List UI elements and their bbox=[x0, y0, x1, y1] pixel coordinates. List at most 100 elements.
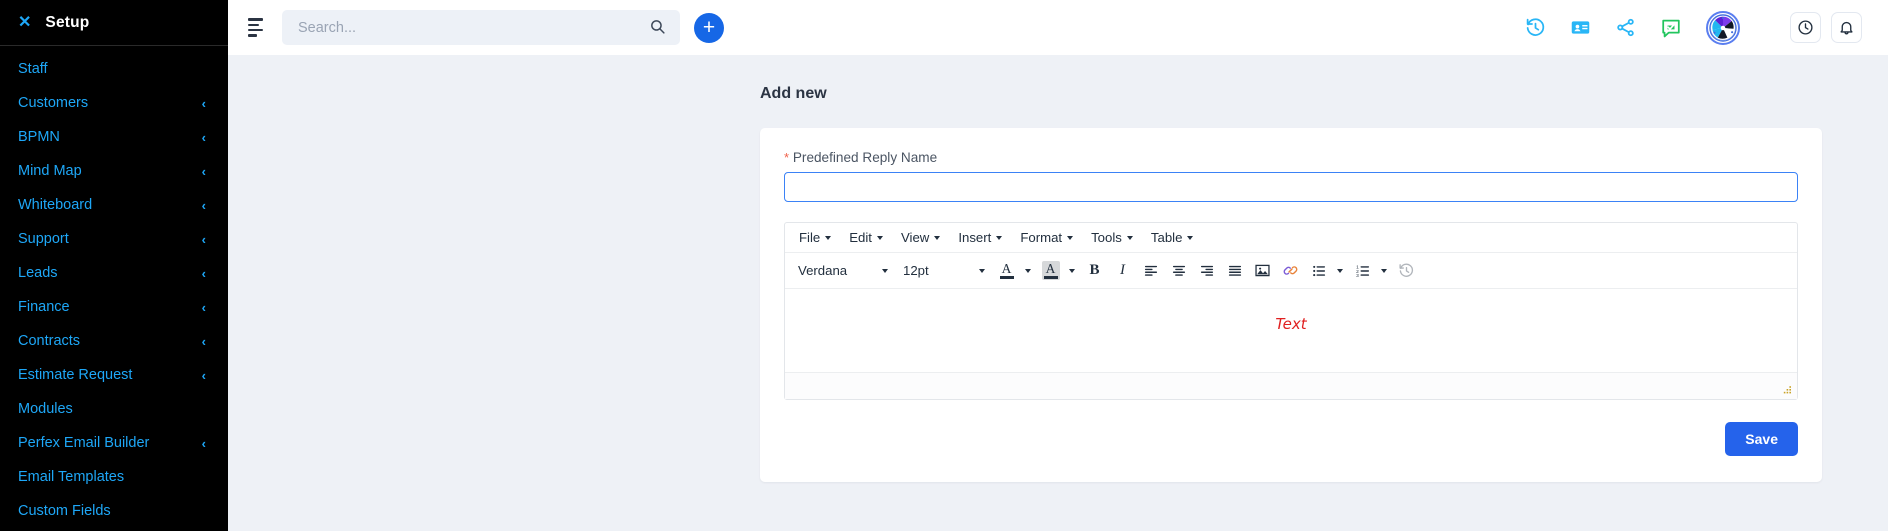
chevron-left-icon: ‹ bbox=[201, 333, 206, 349]
bell-icon[interactable] bbox=[1831, 12, 1862, 43]
chevron-down-icon bbox=[876, 235, 883, 240]
sidebar-item-bpmn[interactable]: BPMN ‹ bbox=[0, 120, 228, 154]
bullet-list-chevron-down-icon[interactable] bbox=[1332, 258, 1348, 284]
editor-menu-label: Edit bbox=[849, 230, 872, 245]
sidebar-item-label: Estimate Request bbox=[18, 367, 133, 383]
predefined-reply-name-input[interactable] bbox=[784, 172, 1798, 202]
editor-menu-format[interactable]: Format bbox=[1012, 227, 1081, 248]
chevron-left-icon: ‹ bbox=[201, 231, 206, 247]
hamburger-icon[interactable] bbox=[242, 15, 268, 41]
background-color-group: A bbox=[1037, 258, 1080, 284]
align-justify-icon[interactable] bbox=[1221, 258, 1248, 284]
sidebar-item-custom-fields[interactable]: Custom Fields bbox=[0, 494, 228, 528]
sidebar-item-perfex-email-builder[interactable]: Perfex Email Builder ‹ bbox=[0, 426, 228, 460]
chevron-left-icon: ‹ bbox=[201, 95, 206, 111]
chevron-left-icon: ‹ bbox=[201, 265, 206, 281]
editor-menu-view[interactable]: View bbox=[893, 227, 948, 248]
editor-menu-label: View bbox=[900, 230, 930, 245]
chevron-left-icon: ‹ bbox=[201, 197, 206, 213]
svg-text:3: 3 bbox=[1356, 273, 1359, 279]
text-color-icon[interactable]: A bbox=[993, 258, 1020, 284]
required-marker: * bbox=[784, 150, 790, 165]
editor-menu-label: Table bbox=[1150, 230, 1183, 245]
font-family-select[interactable]: Verdana bbox=[791, 258, 895, 284]
search-icon[interactable] bbox=[649, 18, 666, 40]
insert-image-icon[interactable] bbox=[1249, 258, 1276, 284]
editor-menu-label: Format bbox=[1020, 230, 1063, 245]
numbered-list-chevron-down-icon[interactable] bbox=[1376, 258, 1392, 284]
editor-content-area[interactable]: Text bbox=[785, 289, 1797, 373]
align-right-icon[interactable] bbox=[1193, 258, 1220, 284]
editor-menu-file[interactable]: File bbox=[791, 227, 839, 248]
sidebar-item-label: Staff bbox=[18, 61, 48, 77]
editor-menu-tools[interactable]: Tools bbox=[1083, 227, 1141, 248]
sidebar-item-customers[interactable]: Customers ‹ bbox=[0, 86, 228, 120]
sidebar-item-label: Leads bbox=[18, 265, 58, 281]
chevron-down-icon bbox=[934, 235, 941, 240]
user-avatar[interactable] bbox=[1706, 10, 1740, 45]
insert-link-icon[interactable] bbox=[1277, 258, 1304, 284]
sidebar-item-support[interactable]: Support ‹ bbox=[0, 222, 228, 256]
form-card: * Predefined Reply Name File Edit View Inse… bbox=[760, 128, 1822, 482]
editor-toolbar: Verdana 12pt A A B I 1 2 3 bbox=[785, 253, 1797, 289]
sidebar-item-finance[interactable]: Finance ‹ bbox=[0, 290, 228, 324]
sidebar-item-label: BPMN bbox=[18, 129, 60, 145]
add-new-button[interactable]: + bbox=[694, 12, 724, 43]
sidebar-item-email-templates[interactable]: Email Templates bbox=[0, 460, 228, 494]
editor-menu-edit[interactable]: Edit bbox=[841, 227, 891, 248]
background-color-chevron-down-icon[interactable] bbox=[1064, 258, 1080, 284]
align-left-icon[interactable] bbox=[1137, 258, 1164, 284]
chevron-left-icon: ‹ bbox=[201, 367, 206, 383]
sidebar-item-mind-map[interactable]: Mind Map ‹ bbox=[0, 154, 228, 188]
align-center-icon[interactable] bbox=[1165, 258, 1192, 284]
sidebar-item-whiteboard[interactable]: Whiteboard ‹ bbox=[0, 188, 228, 222]
search-box[interactable] bbox=[282, 10, 680, 45]
sidebar-item-label: Finance bbox=[18, 299, 70, 315]
editor-menubar: File Edit View Insert Format Tools Table bbox=[785, 223, 1797, 253]
sidebar-item-staff[interactable]: Staff bbox=[0, 52, 228, 86]
chevron-down-icon bbox=[979, 268, 985, 273]
bullet-list-icon[interactable] bbox=[1305, 258, 1332, 284]
text-color-chevron-down-icon[interactable] bbox=[1020, 258, 1036, 284]
topbar: + bbox=[228, 0, 1888, 55]
background-color-icon[interactable]: A bbox=[1037, 258, 1064, 284]
sidebar-item-leads[interactable]: Leads ‹ bbox=[0, 256, 228, 290]
sidebar-item-estimate-request[interactable]: Estimate Request ‹ bbox=[0, 358, 228, 392]
editor-menu-label: Insert bbox=[958, 230, 992, 245]
sidebar-item-label: Contracts bbox=[18, 333, 81, 349]
italic-icon: I bbox=[1120, 262, 1125, 278]
sidebar-nav: Staff Customers ‹ BPMN ‹ Mind Map ‹ Whiteboard ‹… bbox=[0, 46, 228, 528]
font-size-value: 12pt bbox=[903, 263, 929, 278]
editor-menu-label: Tools bbox=[1091, 230, 1122, 245]
page-title: Add new bbox=[760, 85, 827, 102]
sidebar-item-label: Email Templates bbox=[18, 469, 125, 485]
editor-menu-insert[interactable]: Insert bbox=[950, 227, 1010, 248]
numbered-list-icon[interactable]: 1 2 3 bbox=[1349, 258, 1376, 284]
sidebar-header: ✕ Setup bbox=[0, 0, 228, 46]
save-button[interactable]: Save bbox=[1725, 422, 1798, 456]
sidebar-item-modules[interactable]: Modules bbox=[0, 392, 228, 426]
chevron-left-icon: ‹ bbox=[201, 129, 206, 145]
history-icon[interactable] bbox=[1525, 17, 1546, 38]
chat-check-icon[interactable] bbox=[1660, 17, 1682, 39]
sidebar-item-contracts[interactable]: Contracts ‹ bbox=[0, 324, 228, 358]
rich-text-editor: File Edit View Insert Format Tools Table Verda… bbox=[784, 222, 1798, 400]
chevron-down-icon bbox=[1187, 235, 1194, 240]
font-size-select[interactable]: 12pt bbox=[896, 258, 992, 284]
chevron-down-icon bbox=[882, 268, 888, 273]
sidebar-item-label: Support bbox=[18, 231, 69, 247]
contact-card-icon[interactable] bbox=[1570, 17, 1591, 38]
sidebar-item-label: Whiteboard bbox=[18, 197, 93, 213]
avatar-logo-icon bbox=[1709, 13, 1737, 42]
resize-grip-icon[interactable] bbox=[1781, 384, 1793, 396]
bold-button[interactable]: B bbox=[1081, 258, 1108, 284]
main-content: Add new * Predefined Reply Name File Edit… bbox=[228, 55, 1888, 531]
search-input[interactable] bbox=[296, 10, 666, 45]
sidebar: ✕ Setup Staff Customers ‹ BPMN ‹ Mind Map ‹ Whi… bbox=[0, 0, 228, 531]
close-icon[interactable]: ✕ bbox=[18, 14, 31, 31]
clock-icon[interactable] bbox=[1790, 12, 1821, 43]
share-icon[interactable] bbox=[1615, 17, 1636, 38]
sidebar-item-label: Modules bbox=[18, 401, 73, 417]
editor-menu-table[interactable]: Table bbox=[1143, 227, 1202, 248]
italic-button[interactable]: I bbox=[1109, 258, 1136, 284]
